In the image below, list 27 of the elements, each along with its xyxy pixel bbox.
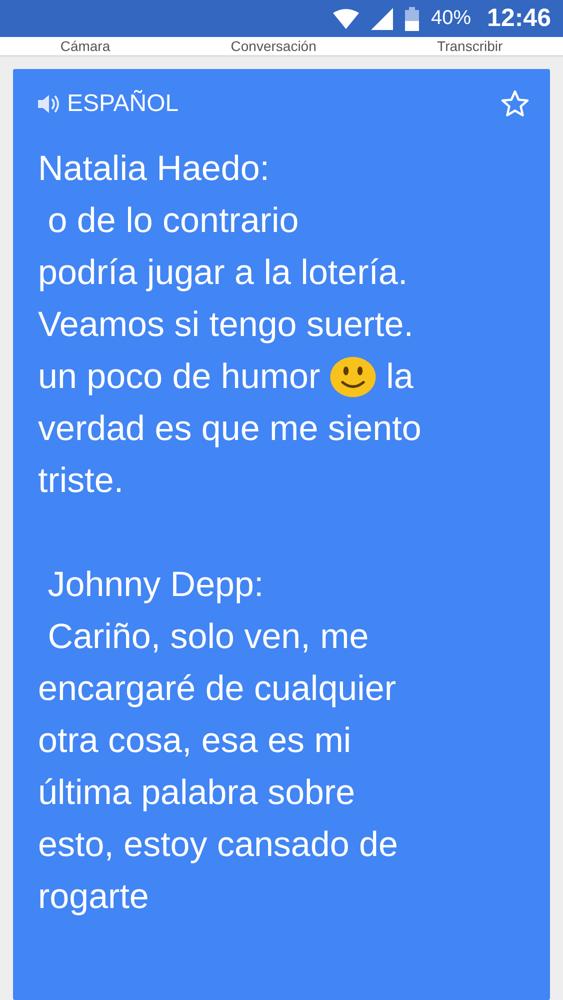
transcript-line: Johnny Depp: (46, 564, 264, 606)
tab[interactable]: Transcribir (437, 38, 503, 54)
transcript-line: encargaré de cualquier (38, 668, 396, 710)
transcript-line: o de lo contrario (46, 200, 299, 242)
transcript-line: otra cosa, esa es mi (38, 720, 352, 762)
smiley-icon (330, 356, 376, 398)
battery-percent: 40% (431, 7, 472, 30)
transcript-line: Cariño, solo ven, me (46, 616, 369, 658)
tab[interactable]: Cámara (60, 38, 110, 54)
transcript-line: verdad es que me siento (38, 408, 422, 450)
transcript-line: un poco de humor (38, 356, 320, 398)
speaker-icon[interactable] (38, 94, 62, 114)
tab[interactable]: Conversación (230, 38, 316, 54)
transcript-line: triste. (38, 460, 124, 502)
star-icon[interactable] (500, 89, 530, 119)
transcript-line: Natalia Haedo: (38, 148, 270, 190)
battery-icon (405, 6, 420, 30)
transcript-line: la (386, 356, 414, 398)
transcript-line: podría jugar a la lotería. (38, 252, 408, 294)
wifi-icon (333, 8, 360, 28)
language-label: ESPAÑOL (67, 90, 179, 118)
transcript-line: última palabra sobre (38, 772, 356, 814)
clock-time: 12:46 (487, 4, 551, 33)
transcript-line: rogarte (38, 876, 149, 918)
transcript-line: esto, estoy cansado de (38, 824, 398, 866)
transcript-line: Veamos si tengo suerte. (38, 304, 414, 346)
signal-icon (371, 8, 394, 30)
